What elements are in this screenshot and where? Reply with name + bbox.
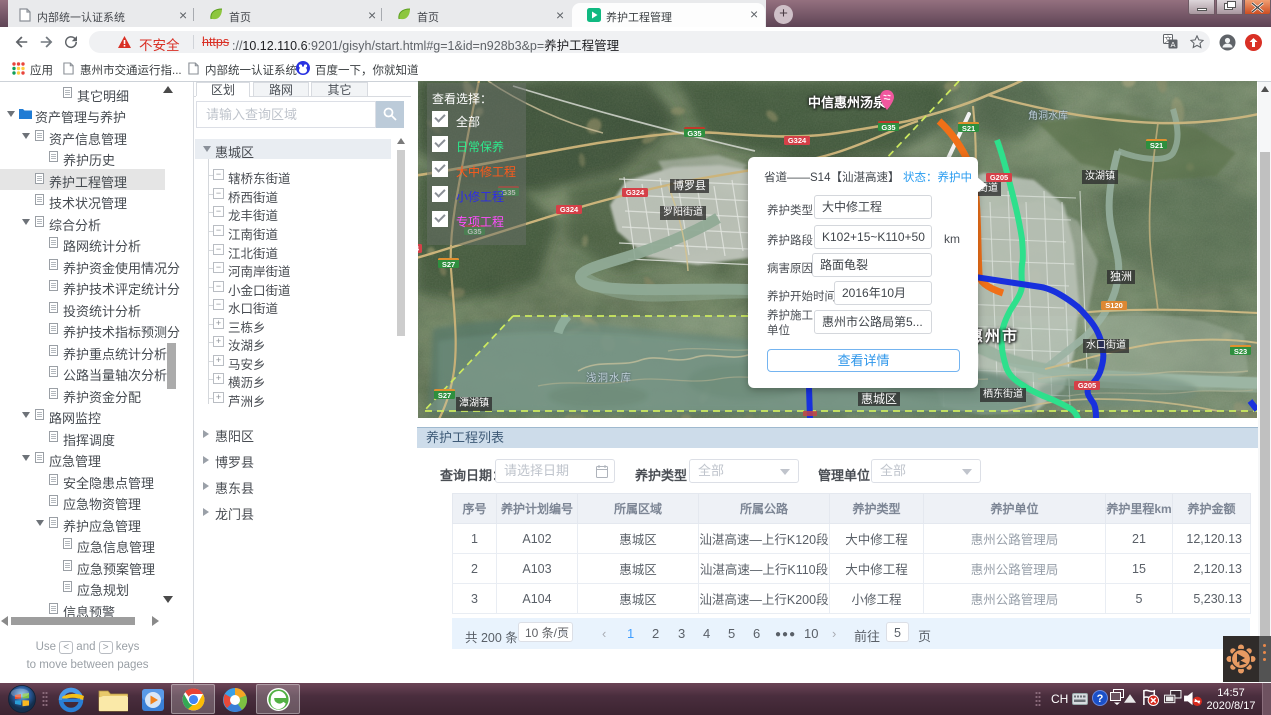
svg-text:?: ?	[1097, 693, 1104, 705]
svg-text:A: A	[1170, 40, 1175, 49]
